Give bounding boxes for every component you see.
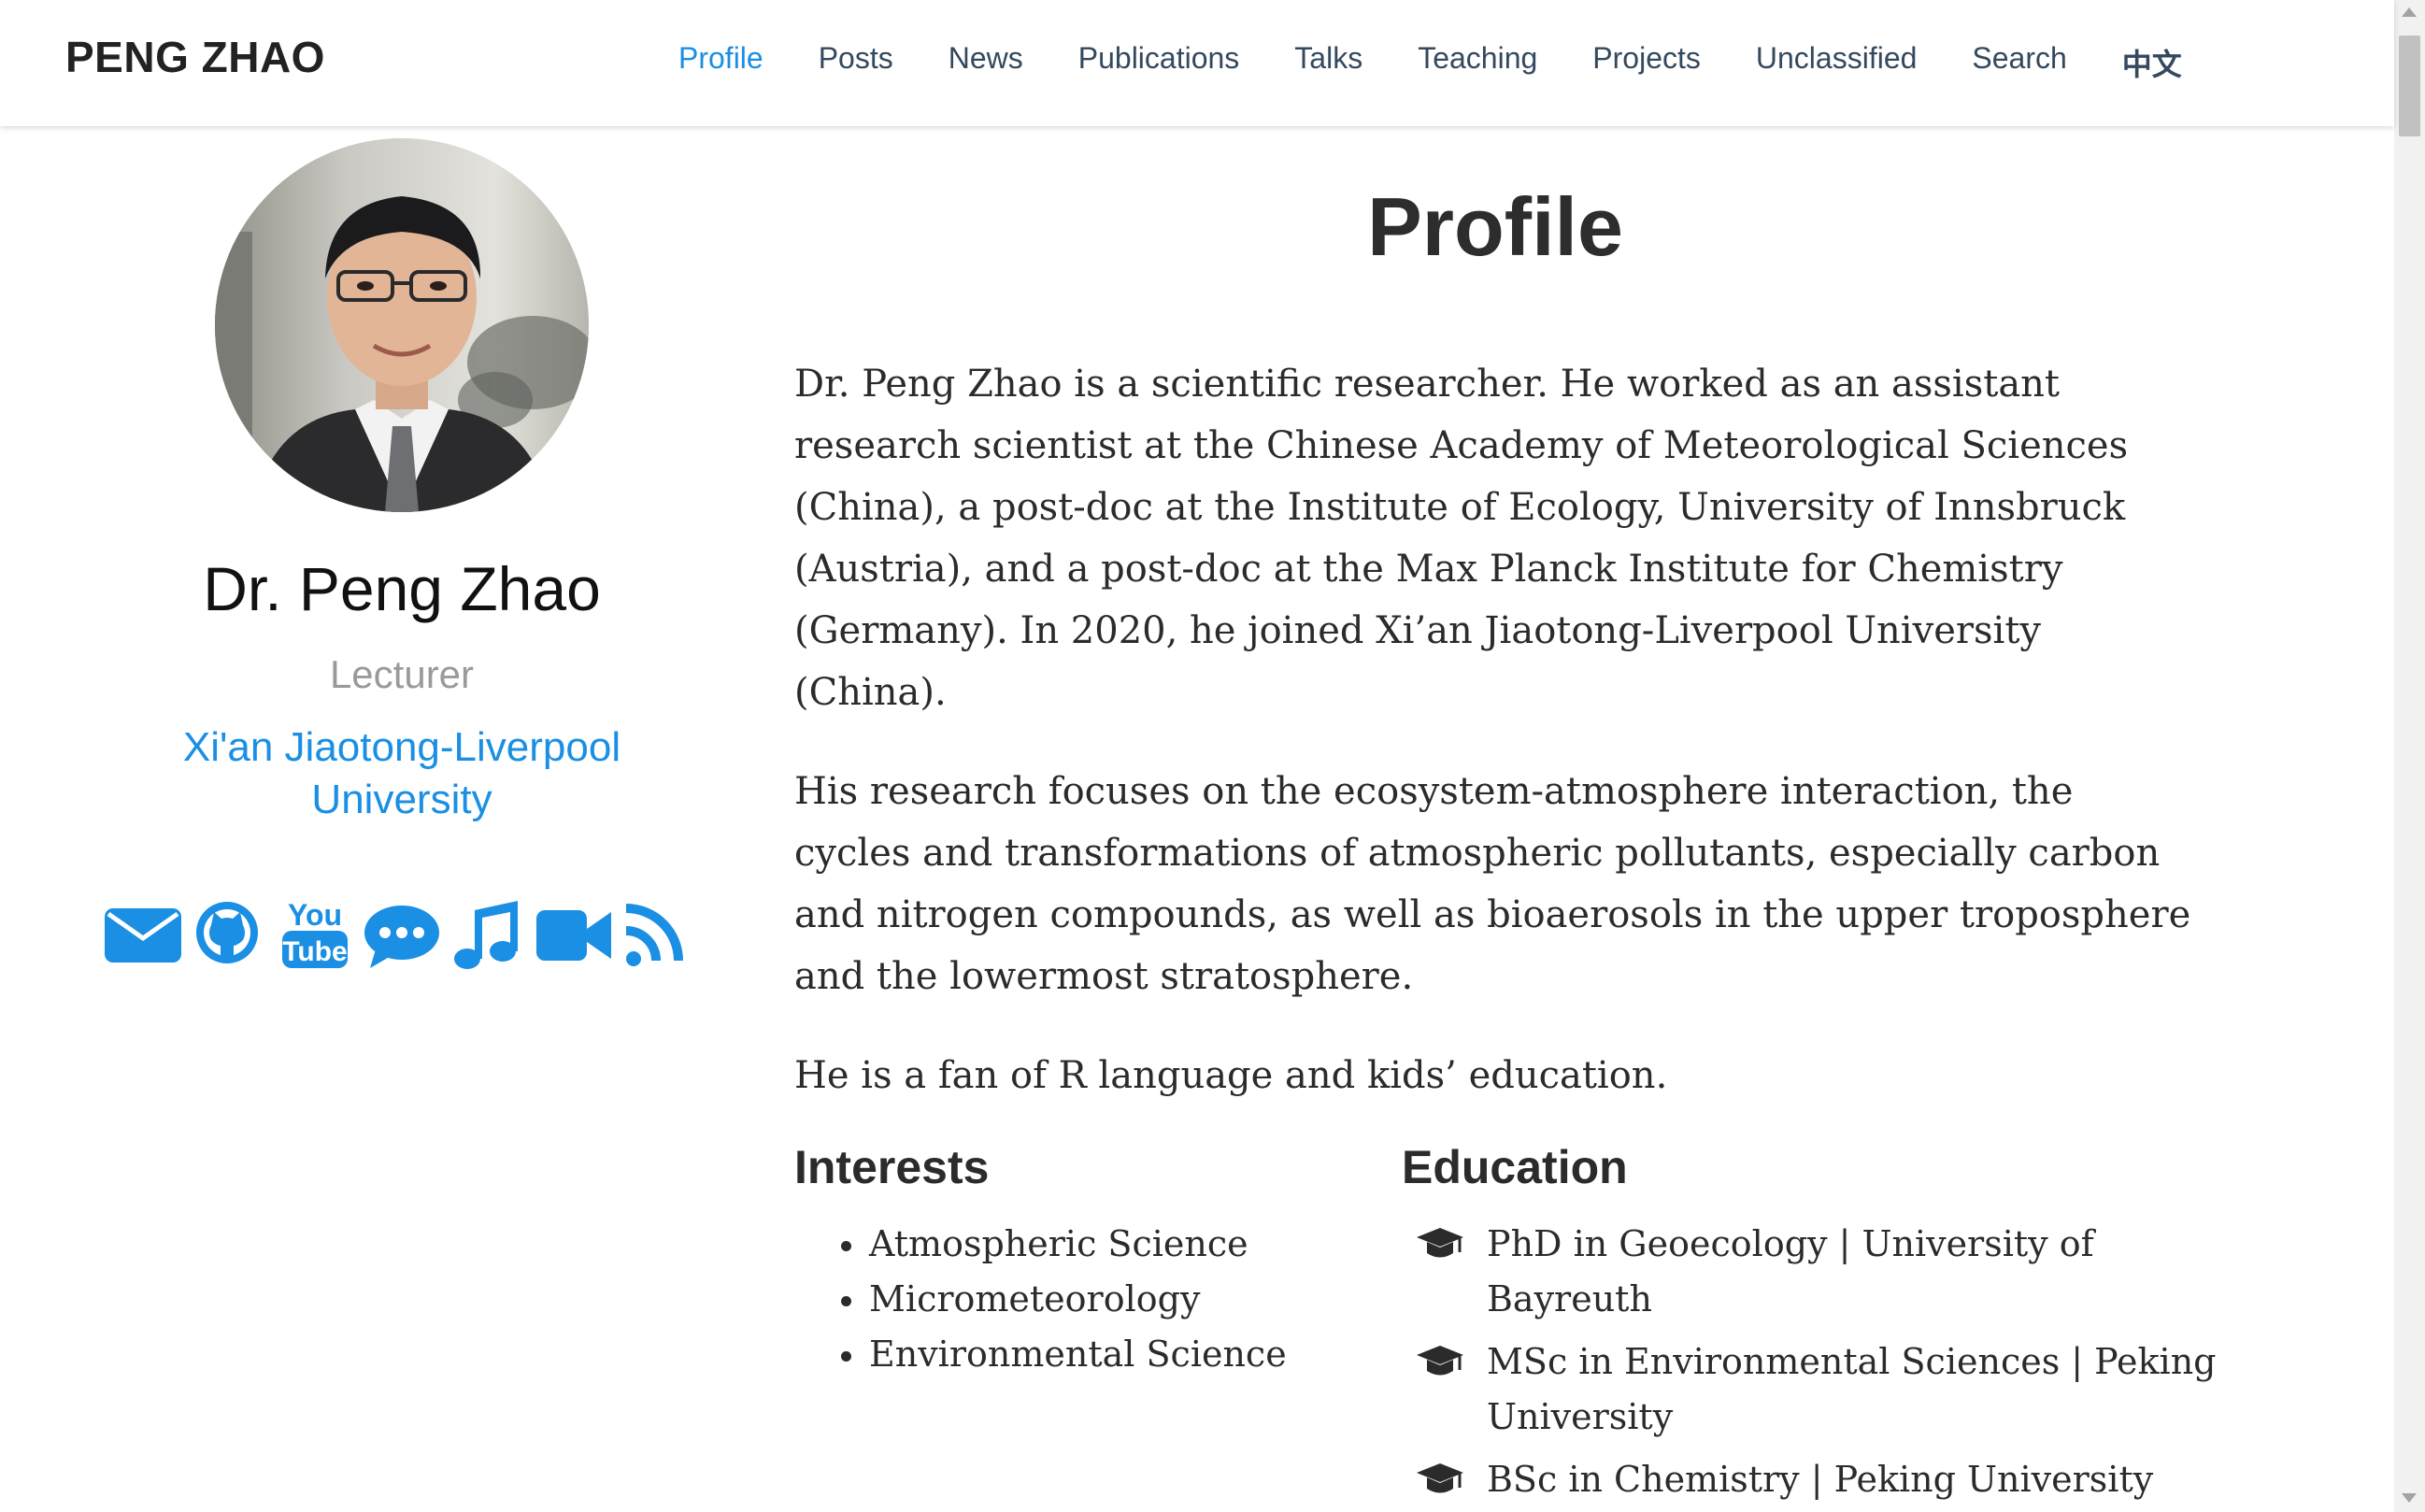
page-title: Profile <box>1367 180 1623 273</box>
social-links: You Tube <box>105 897 695 972</box>
github-link[interactable] <box>193 897 280 972</box>
interest-label: Environmental Science <box>869 1334 1287 1375</box>
music-icon <box>454 901 518 969</box>
scrollbar-thumb[interactable] <box>2399 36 2420 136</box>
nav-item-search[interactable]: Search <box>1972 41 2066 82</box>
comments-icon <box>364 906 439 968</box>
envelope-icon <box>105 908 181 963</box>
avatar <box>215 138 589 512</box>
svg-text:You: You <box>288 898 342 932</box>
nav-item-talks[interactable]: Talks <box>1294 41 1362 82</box>
nav-item-unclassified[interactable]: Unclassified <box>1756 41 1918 82</box>
bullet-icon <box>841 1241 851 1251</box>
graduation-cap-icon <box>1417 1228 1463 1258</box>
youtube-icon: You Tube <box>282 898 348 968</box>
bio-paragraph: He is a fan of R language and kids’ educ… <box>794 1054 1668 1097</box>
video-camera-icon <box>536 910 611 961</box>
nav-item-publications[interactable]: Publications <box>1078 41 1240 82</box>
education-list: PhD in Geoecology | University of Bayreu… <box>1416 1217 2219 1512</box>
rss-link[interactable] <box>624 897 695 972</box>
biography: Dr. Peng Zhao is a scientific researcher… <box>794 353 2196 1144</box>
education-heading: Education <box>1402 1141 1628 1193</box>
rss-icon <box>625 904 683 966</box>
nav-item-projects[interactable]: Projects <box>1592 41 1701 82</box>
graduation-cap-icon <box>1417 1346 1463 1376</box>
main-nav: Profile Posts News Publications Talks Te… <box>678 41 2237 82</box>
bullet-icon <box>841 1351 851 1362</box>
site-brand-link[interactable]: PENG ZHAO <box>65 32 325 82</box>
nav-item-posts[interactable]: Posts <box>819 41 893 82</box>
list-item: BSc in Chemistry | Peking University <box>1416 1452 2219 1507</box>
list-item: Environmental Science <box>841 1327 1287 1382</box>
nav-item-teaching[interactable]: Teaching <box>1418 41 1537 82</box>
bio-paragraph: Dr. Peng Zhao is a scientific researcher… <box>794 363 2129 714</box>
youtube-link[interactable]: You Tube <box>280 897 363 972</box>
interests-list: Atmospheric Science Micrometeorology Env… <box>841 1217 1287 1382</box>
education-entry: BSc in Chemistry | Peking University <box>1487 1459 2154 1500</box>
education-entry: MSc in Environmental Sciences | Peking U… <box>1487 1341 2217 1437</box>
list-item: Micrometeorology <box>841 1272 1287 1327</box>
profile-name: Dr. Peng Zhao <box>203 554 601 623</box>
comments-link[interactable] <box>363 897 452 972</box>
interest-label: Atmospheric Science <box>869 1223 1248 1264</box>
education-entry: PhD in Geoecology | University of Bayreu… <box>1487 1223 2094 1319</box>
nav-item-profile[interactable]: Profile <box>678 41 763 82</box>
list-item: PhD in Geoecology | University of Bayreu… <box>1416 1217 2219 1327</box>
svg-text:Tube: Tube <box>282 936 347 967</box>
video-link[interactable] <box>535 897 624 972</box>
nav-item-news[interactable]: News <box>949 41 1023 82</box>
profile-role: Lecturer <box>329 652 475 696</box>
scroll-down-arrow-icon[interactable] <box>2402 1493 2417 1503</box>
bullet-icon <box>841 1296 851 1306</box>
email-link[interactable] <box>105 897 193 972</box>
list-item: MSc in Environmental Sciences | Peking U… <box>1416 1334 2219 1445</box>
music-link[interactable] <box>452 897 535 972</box>
list-item: Atmospheric Science <box>841 1217 1287 1272</box>
profile-organization-link[interactable]: Xi'an Jiaotong-Liverpool University <box>121 721 682 826</box>
scroll-up-arrow-icon[interactable] <box>2402 7 2417 17</box>
github-icon <box>196 902 258 963</box>
nav-item-chinese[interactable]: 中文 <box>2122 41 2182 82</box>
bio-paragraph: His research focuses on the ecosystem-at… <box>794 770 2191 998</box>
top-navbar: PENG ZHAO Profile Posts News Publication… <box>0 0 2394 126</box>
interest-label: Micrometeorology <box>869 1278 1201 1319</box>
page-scrollbar[interactable] <box>2394 0 2425 1512</box>
graduation-cap-icon <box>1417 1463 1463 1493</box>
interests-heading: Interests <box>794 1141 990 1193</box>
